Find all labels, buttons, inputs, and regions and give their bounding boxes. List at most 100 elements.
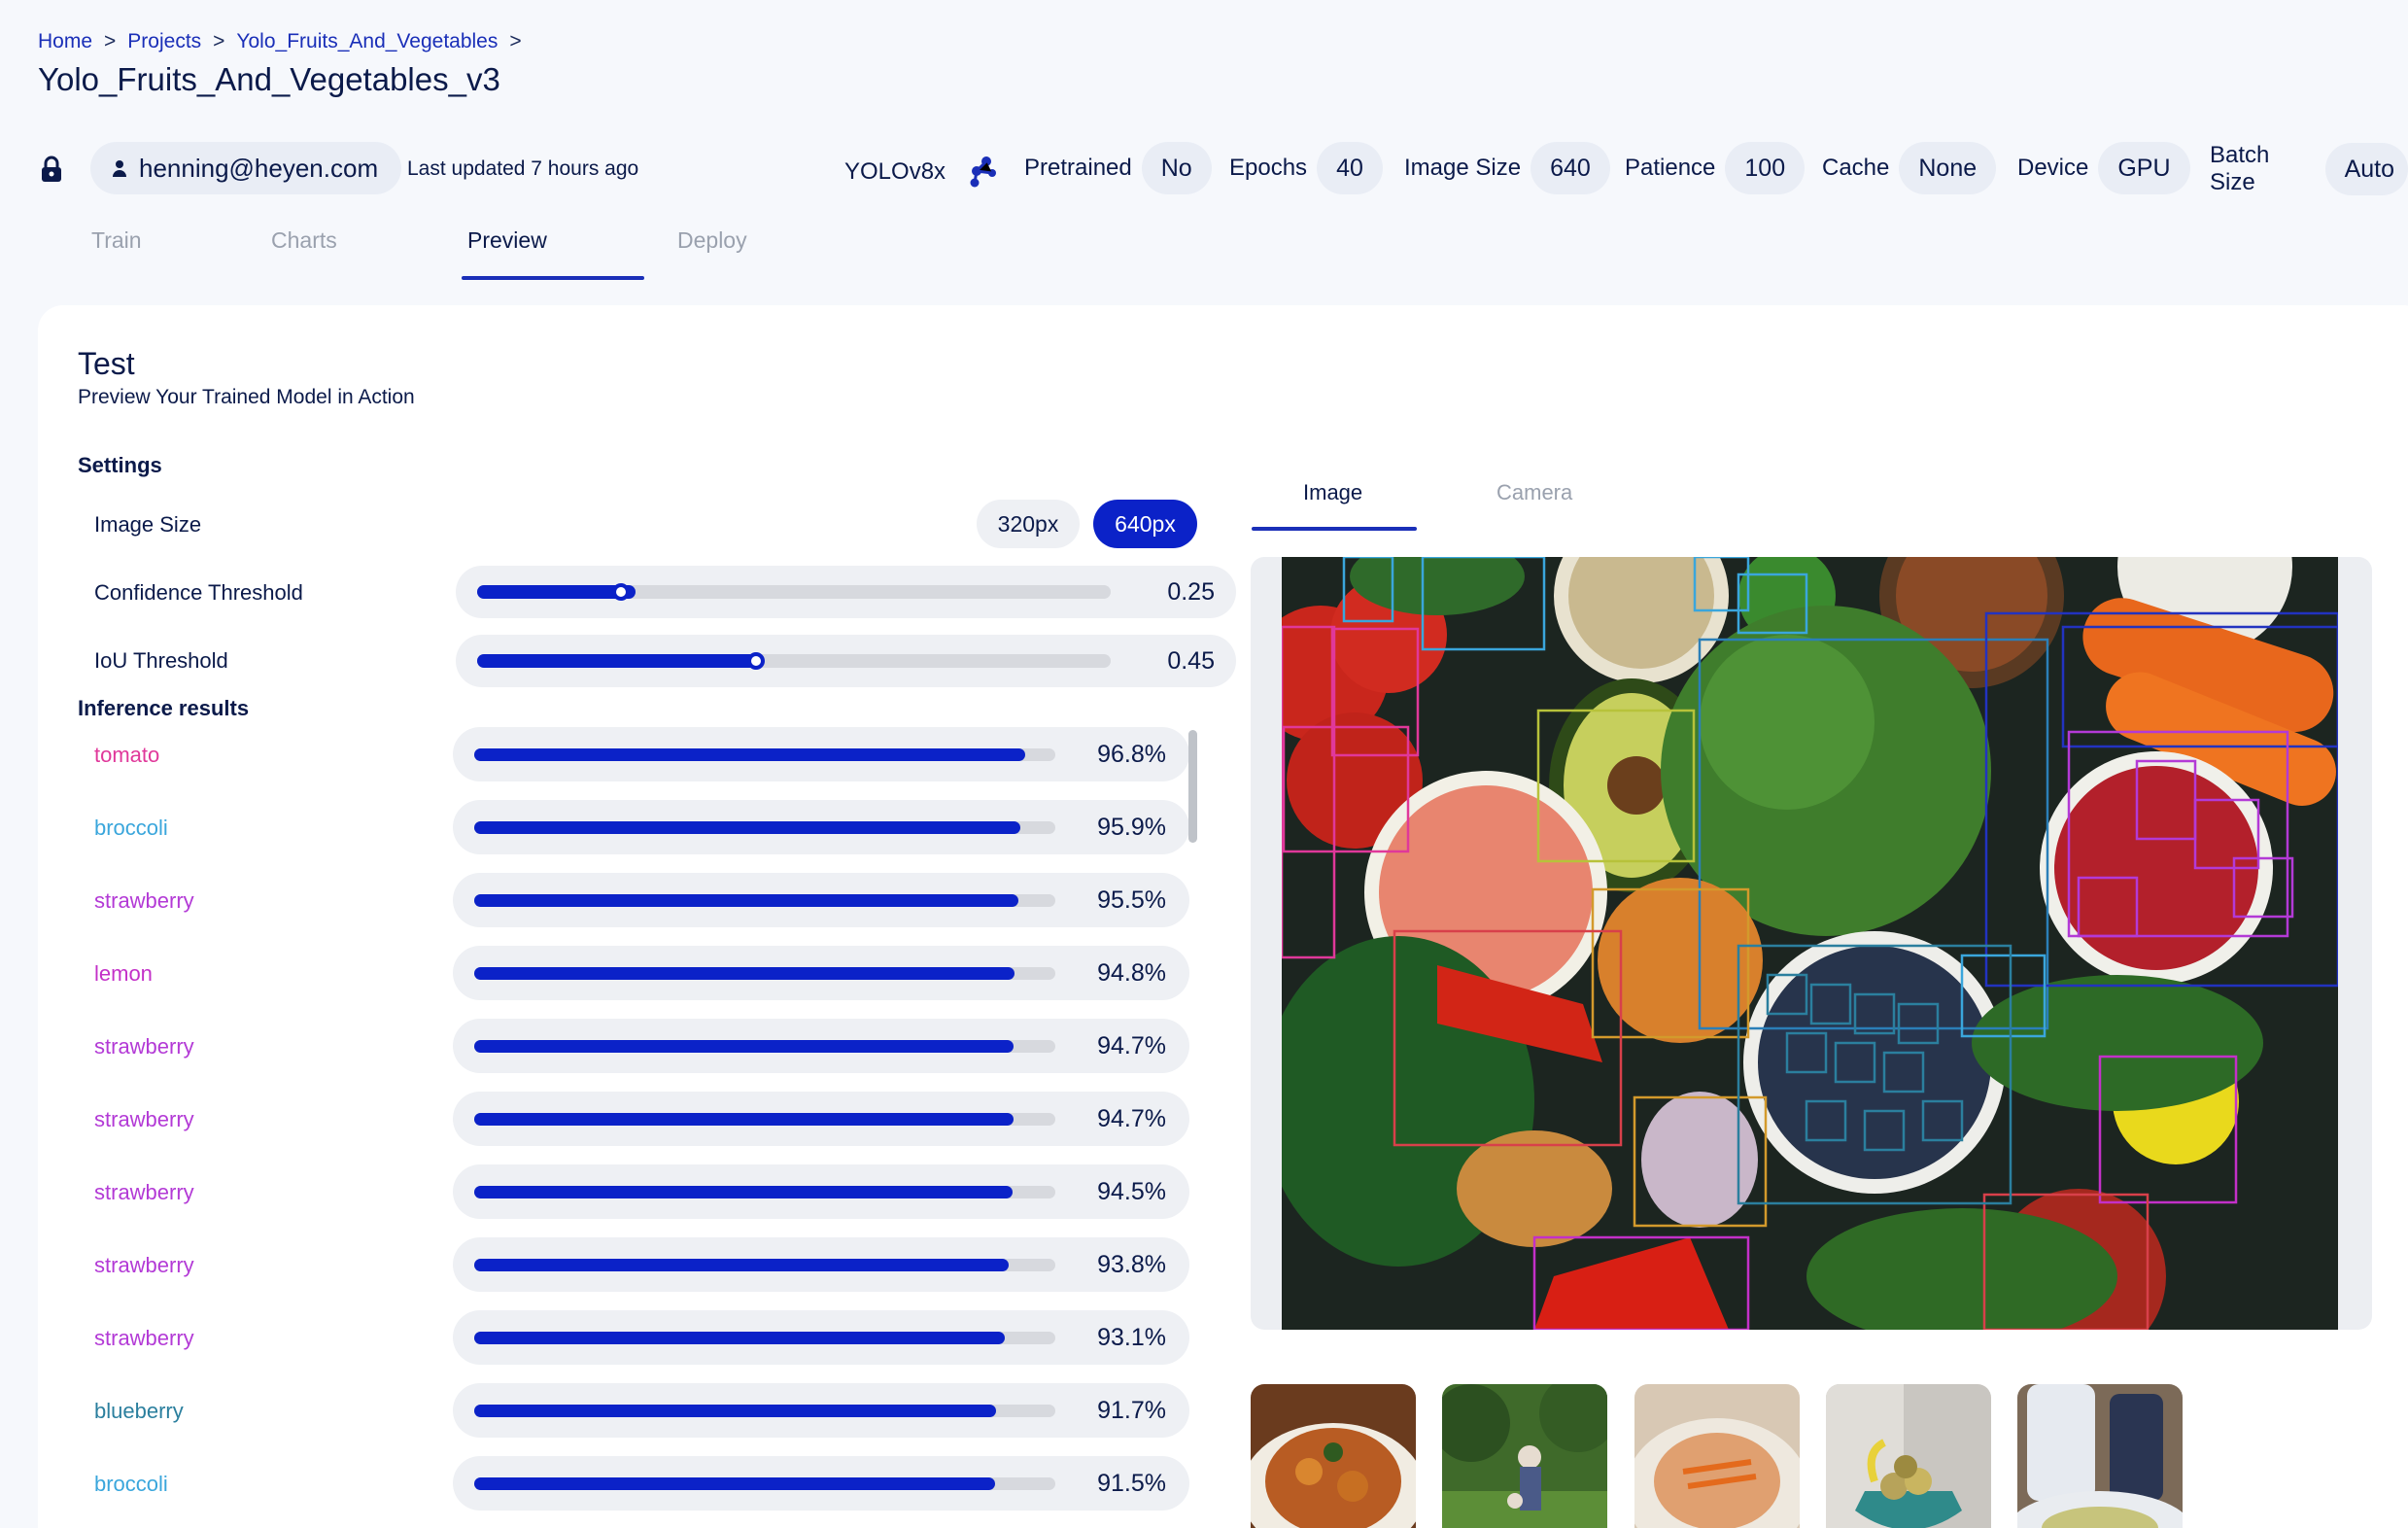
preview-image-frame [1251,557,2372,1330]
confidence-bar: 94.8% [453,946,1189,1000]
result-row[interactable]: strawberry 94.7% [38,1092,1243,1146]
result-row[interactable]: strawberry 93.8% [38,1237,1243,1292]
confidence-value: 94.7% [1097,1105,1166,1132]
result-label: blueberry [94,1399,184,1423]
config-pretrained: Pretrained No [1024,142,1212,194]
result-row[interactable]: strawberry 94.5% [38,1164,1243,1219]
sample-image-thumbnail[interactable] [2017,1384,2183,1528]
confidence-value: 94.5% [1097,1178,1166,1205]
inference-results-label: Inference results [78,696,250,720]
config-label: Image Size [1404,155,1522,181]
config-value: No [1141,142,1212,194]
slider-track [477,583,1111,601]
tab-preview[interactable]: Preview [467,227,547,254]
confidence-value: 93.1% [1097,1324,1166,1351]
confidence-track [474,821,1055,834]
tab-deploy[interactable]: Deploy [677,227,747,254]
user-pill[interactable]: henning@heyen.com [90,142,402,194]
result-row[interactable]: broccoli 91.5% [38,1456,1243,1511]
sample-image-thumbnail[interactable] [1442,1384,1607,1528]
result-row[interactable]: tomato 96.8% [38,727,1243,781]
confidence-bar: 94.7% [453,1092,1189,1146]
results-scrollbar[interactable] [1188,730,1197,843]
result-row[interactable]: broccoli 95.9% [38,800,1243,854]
confidence-bar: 91.5% [453,1456,1189,1511]
sample-image-thumbnail[interactable] [1634,1384,1800,1528]
sample-image-thumbnail[interactable] [1251,1384,1416,1528]
model-label: YOLOv8x [844,158,946,185]
confidence-value: 91.7% [1097,1397,1166,1424]
tab-train[interactable]: Train [91,227,142,254]
result-row[interactable]: lemon 94.8% [38,946,1243,1000]
result-label: broccoli [94,816,168,840]
result-row[interactable]: blueberry 91.7% [38,1383,1243,1438]
confidence-value: 91.5% [1097,1470,1166,1497]
confidence-fill [474,748,1025,761]
confidence-bar: 91.7% [453,1383,1189,1438]
config-label: Pretrained [1024,155,1132,181]
confidence-track [474,1186,1055,1198]
confidence-bar: 95.9% [453,800,1189,854]
config-label: Patience [1625,155,1716,181]
config-cache: Cache None [1822,142,1997,194]
result-row[interactable]: strawberry 94.7% [38,1019,1243,1073]
result-label: lemon [94,961,153,986]
config-value: GPU [2098,142,2190,194]
confidence-track [474,894,1055,907]
size-640-button[interactable]: 640px [1093,500,1197,548]
last-updated: Last updated 7 hours ago [407,157,639,180]
confidence-fill [474,1477,995,1490]
confidence-track [474,1405,1055,1417]
config-epochs: Epochs 40 [1229,142,1383,194]
tab-charts[interactable]: Charts [271,227,337,254]
tab-camera[interactable]: Camera [1496,480,1572,505]
result-label: strawberry [94,1034,194,1059]
config-value: Auto [2324,143,2408,195]
breadcrumb-projects[interactable]: Projects [127,30,201,53]
active-tab-indicator [462,276,644,280]
confidence-track [474,1477,1055,1490]
user-email: henning@heyen.com [139,153,379,183]
slider-handle[interactable] [612,583,630,601]
breadcrumb-project[interactable]: Yolo_Fruits_And_Vegetables [236,30,498,53]
confidence-value: 95.5% [1097,886,1166,914]
size-320-button[interactable]: 320px [977,500,1080,548]
inference-results-list[interactable]: tomato 96.8% broccoli 95.9% strawberry 95.5% l… [38,727,1243,1528]
config-patience: Patience 100 [1625,142,1806,194]
slider-fill [477,654,762,668]
config-value: 40 [1317,142,1383,194]
result-label: strawberry [94,1326,194,1350]
sample-image-thumbnail[interactable] [1826,1384,1991,1528]
config-value: None [1899,142,1997,194]
tab-image[interactable]: Image [1303,480,1362,505]
test-card: Test Preview Your Trained Model in Actio… [38,305,2408,1528]
slider-handle[interactable] [747,652,765,670]
config-value: 640 [1531,142,1610,194]
confidence-bar: 96.8% [453,727,1189,781]
config-value: 100 [1725,142,1806,194]
confidence-bar: 94.7% [453,1019,1189,1073]
config-label: Epochs [1229,155,1308,181]
confidence-value: 95.9% [1097,814,1166,841]
confidence-slider[interactable]: 0.25 [456,566,1236,618]
confidence-fill [474,1113,1014,1126]
confidence-fill [474,1259,1009,1271]
breadcrumb-home[interactable]: Home [38,30,92,53]
iou-slider[interactable]: 0.45 [456,635,1236,687]
confidence-value: 93.8% [1097,1251,1166,1278]
confidence-bar: 94.5% [453,1164,1189,1219]
confidence-bar: 95.5% [453,873,1189,927]
config-image-size: Image Size 640 [1404,142,1610,194]
result-row[interactable]: strawberry 93.1% [38,1310,1243,1365]
result-row[interactable]: strawberry 95.5% [38,873,1243,927]
config-label: Device [2017,155,2089,181]
confidence-track [474,1040,1055,1053]
breadcrumb-separator: > [509,30,522,52]
confidence-track [474,967,1055,980]
confidence-fill [474,1405,996,1417]
result-label: strawberry [94,1107,194,1131]
confidence-fill [474,894,1018,907]
test-subtitle: Preview Your Trained Model in Action [78,386,415,408]
result-label: strawberry [94,1253,194,1277]
settings-label: Settings [78,453,162,477]
